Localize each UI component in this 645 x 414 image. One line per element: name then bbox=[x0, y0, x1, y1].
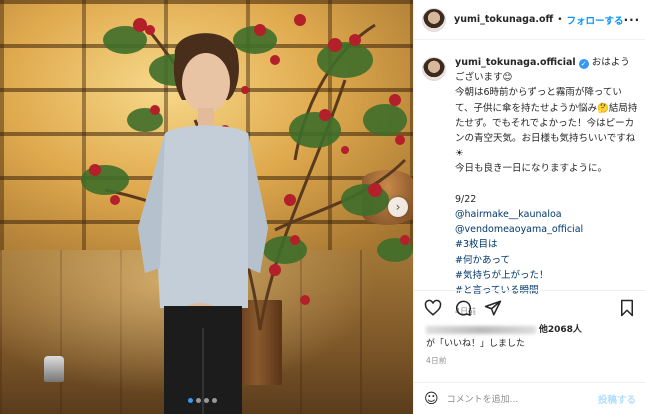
action-bar bbox=[414, 291, 645, 321]
likes-line2: が「いいね！」しました bbox=[426, 339, 526, 349]
header-username[interactable]: yumi_tokunaga.off bbox=[454, 14, 553, 25]
like-heart-icon[interactable] bbox=[424, 299, 442, 317]
post-header: yumi_tokunaga.off • フォローする ··· bbox=[414, 0, 645, 40]
carousel-dot bbox=[188, 398, 193, 403]
caption-line: 今朝は6時前からずっと霧雨が降っていて、子供に傘を持たせようか悩み🤔結局持たせず… bbox=[455, 87, 638, 160]
caption-username[interactable]: yumi_tokunaga.official bbox=[455, 57, 576, 68]
likes-count[interactable]: 他2068人 bbox=[539, 325, 582, 335]
caption-date: 9/22 bbox=[455, 193, 477, 205]
comment-input[interactable]: コメントを追加... bbox=[447, 392, 598, 405]
post-actions-section: 他2068人 が「いいね！」しました 4日前 bbox=[414, 290, 645, 368]
caption-line: 今日も良き一日になりますように。 bbox=[455, 163, 608, 175]
caption-avatar[interactable] bbox=[422, 57, 446, 81]
hashtag-link[interactable]: #何かあって bbox=[455, 253, 638, 268]
post-side-panel: yumi_tokunaga.off • フォローする ··· yumi_toku… bbox=[413, 0, 645, 414]
carousel-next-button[interactable]: › bbox=[388, 197, 408, 217]
hashtag-link[interactable]: #3枚目は bbox=[455, 237, 638, 252]
follow-button[interactable]: フォローする bbox=[567, 13, 624, 27]
verified-badge-icon: ✓ bbox=[578, 59, 589, 69]
header-separator: • bbox=[557, 14, 563, 25]
more-icon[interactable]: ··· bbox=[624, 13, 641, 27]
post-caption: yumi_tokunaga.official ✓ おはようございます😊 今朝は6時前… bbox=[414, 55, 645, 319]
carousel-dot bbox=[196, 398, 201, 403]
comment-icon[interactable] bbox=[454, 299, 472, 317]
stage-lamp bbox=[44, 356, 64, 382]
post-comment-button[interactable]: 投稿する bbox=[598, 392, 636, 406]
comment-bar: ☺ コメントを追加... 投稿する bbox=[414, 382, 645, 414]
caption-body: yumi_tokunaga.official ✓ おはようございます😊 今朝は6時前… bbox=[455, 55, 638, 319]
share-icon[interactable] bbox=[484, 299, 502, 317]
emoji-icon[interactable]: ☺ bbox=[424, 391, 439, 407]
likes-summary: 他2068人 が「いいね！」しました bbox=[414, 321, 645, 353]
avatar[interactable] bbox=[422, 7, 446, 32]
hashtag-link[interactable]: #気持ちが上がった！ bbox=[455, 268, 638, 283]
mention-link[interactable]: @hairmake__kaunaloa bbox=[455, 207, 638, 222]
carousel-dots bbox=[188, 398, 217, 403]
person-figure bbox=[138, 33, 268, 414]
carousel-dot bbox=[204, 398, 209, 403]
post-timestamp: 4日前 bbox=[426, 356, 447, 365]
bookmark-icon[interactable] bbox=[618, 299, 636, 317]
mention-link[interactable]: @vendomeaoyama_official bbox=[455, 222, 638, 237]
post-photo[interactable]: › bbox=[0, 0, 413, 414]
carousel-dot bbox=[212, 398, 217, 403]
blurred-liker-names bbox=[426, 325, 536, 334]
